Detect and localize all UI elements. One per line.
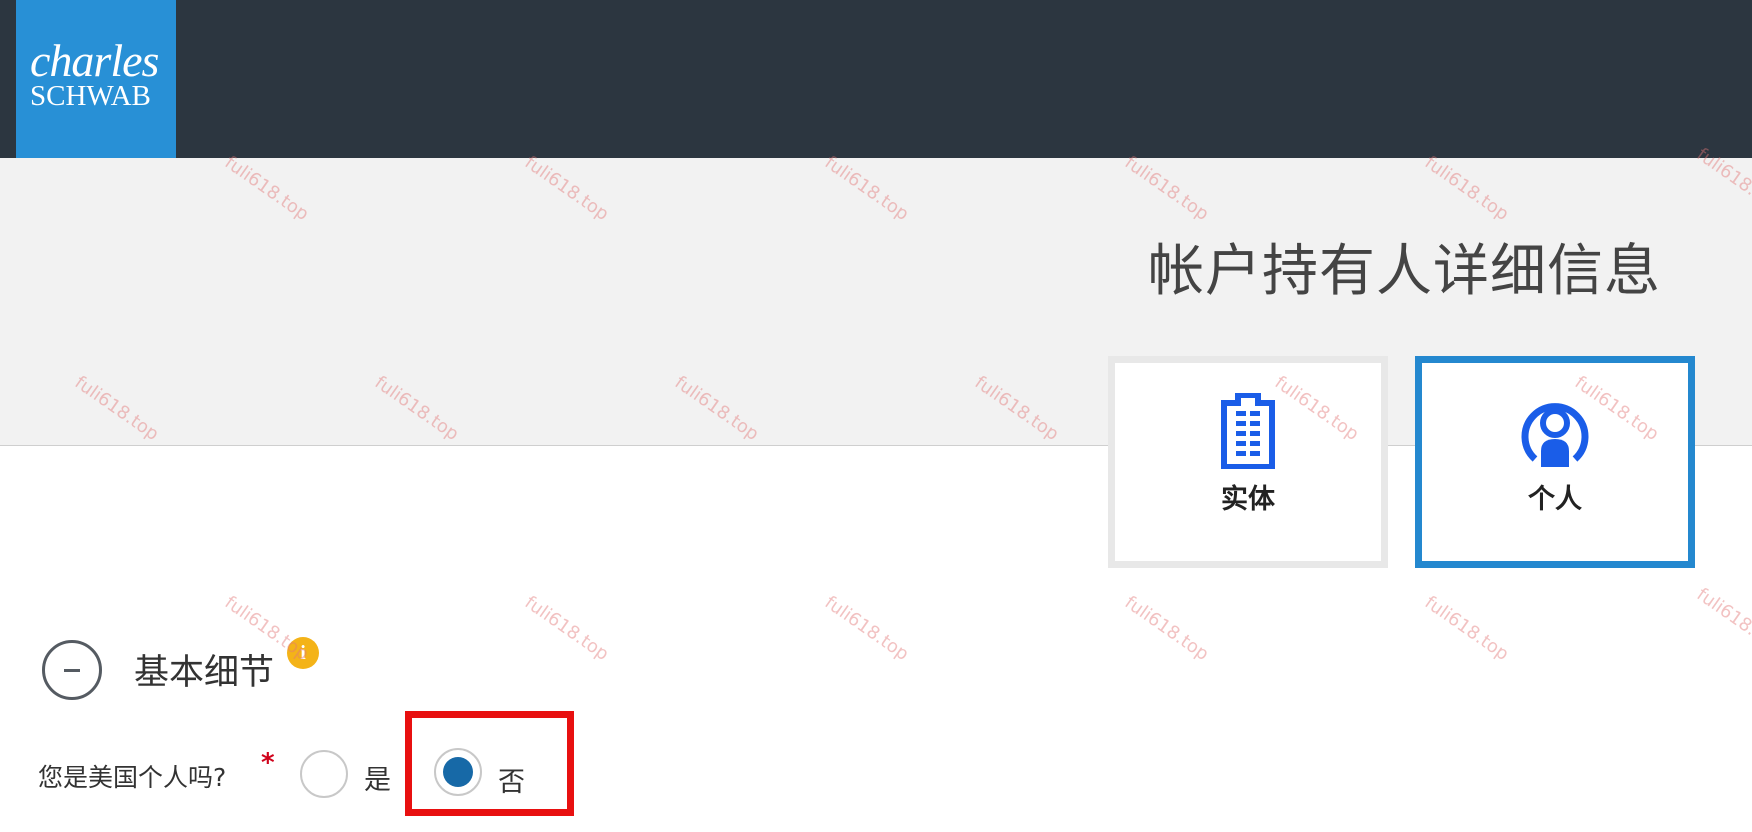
annotation-highlight-box (405, 711, 574, 816)
watermark: fuli618.top (1120, 591, 1213, 666)
account-type-individual-card[interactable]: 个人 (1415, 356, 1695, 568)
watermark: fuli618.top (820, 591, 913, 666)
account-type-entity-card[interactable]: 实体 (1108, 356, 1388, 568)
watermark: fuli618.top (1420, 591, 1513, 666)
required-asterisk: * (261, 748, 275, 778)
us-person-question-label: 您是美国个人吗? (38, 763, 227, 792)
page-title: 帐户持有人详细信息 (1148, 239, 1661, 304)
watermark: fuli618.top (1692, 583, 1752, 658)
watermark: fuli618.top (520, 591, 613, 666)
charles-schwab-logo[interactable]: charles SCHWAB (16, 0, 176, 158)
person-icon (1519, 393, 1591, 473)
account-type-entity-label: 实体 (1221, 484, 1275, 515)
building-icon (1216, 392, 1280, 473)
collapse-section-button[interactable] (42, 640, 102, 700)
top-navigation-bar: charles SCHWAB (0, 0, 1752, 158)
radio-yes-label[interactable]: 是 (364, 758, 391, 797)
section-title: 基本细节 (134, 653, 275, 693)
radio-yes[interactable] (300, 750, 348, 798)
logo-line-schwab: SCHWAB (30, 80, 151, 112)
account-type-individual-label: 个人 (1528, 484, 1582, 515)
